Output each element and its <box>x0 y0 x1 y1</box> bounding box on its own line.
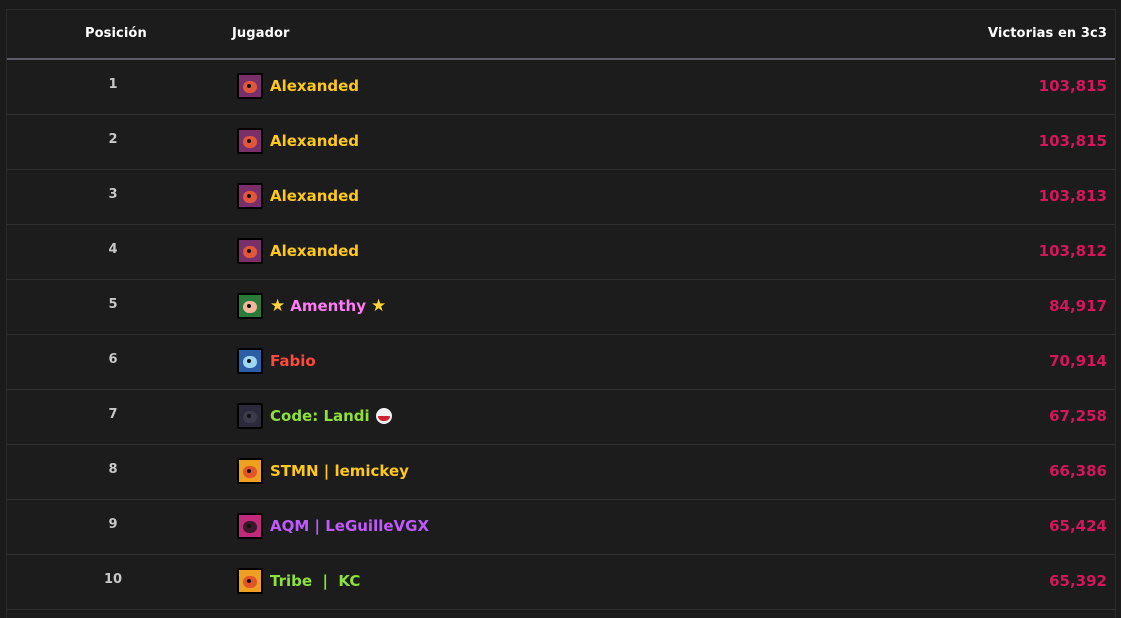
rank-number: 1 <box>108 77 118 92</box>
wins-value: 70,914 <box>1049 352 1107 370</box>
rank-number: 4 <box>108 242 118 257</box>
avatar-eye-shape <box>247 359 251 363</box>
avatar-eye-shape <box>247 579 251 583</box>
avatar-eye-shape <box>247 194 251 198</box>
table-row[interactable]: 9 AQM | LeGuilleVGX 65,424 <box>7 500 1115 555</box>
star-icon: ★ <box>370 296 387 316</box>
player-cell[interactable]: Code: Landi <box>237 402 392 430</box>
player-cell[interactable]: Alexanded <box>237 182 359 210</box>
rank-number: 7 <box>108 407 118 422</box>
club-emblem-icon <box>237 568 263 594</box>
brawler-avatar-icon <box>237 403 263 429</box>
wins-value: 103,815 <box>1038 77 1107 95</box>
avatar-eye-shape <box>247 524 251 528</box>
brawler-avatar-icon <box>237 73 263 99</box>
wins-value: 66,386 <box>1049 462 1107 480</box>
brawler-avatar-icon <box>237 293 263 319</box>
brawler-avatar-icon <box>237 348 263 374</box>
rank-number: 5 <box>108 297 118 312</box>
wins-value: 67,258 <box>1049 407 1107 425</box>
table-row[interactable]: 10 Tribe | KC 65,392 <box>7 555 1115 610</box>
player-name-link[interactable]: Alexanded <box>270 132 359 150</box>
flag-badge-icon <box>375 408 392 424</box>
wins-value: 84,917 <box>1049 297 1107 315</box>
table-row[interactable]: 7 Code: Landi 67,258 <box>7 390 1115 445</box>
leaderboard-table: Posición Jugador Victorias en 3c3 1 Alexa… <box>6 9 1116 618</box>
header-player[interactable]: Jugador <box>232 26 290 41</box>
table-header: Posición Jugador Victorias en 3c3 <box>7 10 1115 60</box>
player-name-link[interactable]: Tribe | KC <box>270 572 360 590</box>
avatar-eye-shape <box>247 414 251 418</box>
rank-number: 8 <box>108 462 118 477</box>
player-cell[interactable]: Fabio <box>237 347 316 375</box>
brawler-avatar-icon <box>237 183 263 209</box>
player-name-link[interactable]: STMN | lemickey <box>270 462 409 480</box>
player-name-link[interactable]: AQM | LeGuilleVGX <box>270 517 429 535</box>
player-name-link[interactable]: Alexanded <box>270 242 359 260</box>
avatar-eye-shape <box>247 249 251 253</box>
avatar-eye-shape <box>247 84 251 88</box>
header-wins[interactable]: Victorias en 3c3 <box>988 26 1107 41</box>
rank-number: 10 <box>103 572 123 587</box>
star-icon: ★ <box>270 296 286 316</box>
table-row[interactable]: 5 ★ Amenthy ★ 84,917 <box>7 280 1115 335</box>
table-body: 1 Alexanded 103,815 2 Alexanded 103,815 3 Alexa… <box>7 60 1115 610</box>
wins-value: 103,815 <box>1038 132 1107 150</box>
wins-value: 103,813 <box>1038 187 1107 205</box>
wins-value: 65,424 <box>1049 517 1107 535</box>
avatar-eye-shape <box>247 469 251 473</box>
table-row[interactable]: 6 Fabio 70,914 <box>7 335 1115 390</box>
rank-number: 3 <box>108 187 118 202</box>
avatar-eye-shape <box>247 304 251 308</box>
table-row[interactable]: 8 STMN | lemickey 66,386 <box>7 445 1115 500</box>
club-emblem-icon <box>237 458 263 484</box>
wins-value: 65,392 <box>1049 572 1107 590</box>
player-name-link[interactable]: Fabio <box>270 352 316 370</box>
table-row[interactable]: 4 Alexanded 103,812 <box>7 225 1115 280</box>
player-cell[interactable]: STMN | lemickey <box>237 457 409 485</box>
avatar-eye-shape <box>247 139 251 143</box>
brawler-avatar-icon <box>237 128 263 154</box>
player-cell[interactable]: ★ Amenthy ★ <box>237 292 386 320</box>
player-cell[interactable]: Tribe | KC <box>237 567 360 595</box>
player-cell[interactable]: Alexanded <box>237 237 359 265</box>
brawler-avatar-icon <box>237 513 263 539</box>
player-name-link[interactable]: Alexanded <box>270 187 359 205</box>
player-name-link[interactable]: Code: Landi <box>270 407 370 425</box>
rank-number: 2 <box>108 132 118 147</box>
table-row[interactable]: 1 Alexanded 103,815 <box>7 60 1115 115</box>
table-row[interactable]: 2 Alexanded 103,815 <box>7 115 1115 170</box>
rank-number: 6 <box>108 352 118 367</box>
player-cell[interactable]: AQM | LeGuilleVGX <box>237 512 429 540</box>
player-name-link[interactable]: Amenthy <box>290 297 366 315</box>
wins-value: 103,812 <box>1038 242 1107 260</box>
rank-number: 9 <box>108 517 118 532</box>
table-row[interactable]: 3 Alexanded 103,813 <box>7 170 1115 225</box>
brawler-avatar-icon <box>237 238 263 264</box>
header-position[interactable]: Posición <box>85 26 147 41</box>
player-name-link[interactable]: Alexanded <box>270 77 359 95</box>
player-cell[interactable]: Alexanded <box>237 72 359 100</box>
player-cell[interactable]: Alexanded <box>237 127 359 155</box>
